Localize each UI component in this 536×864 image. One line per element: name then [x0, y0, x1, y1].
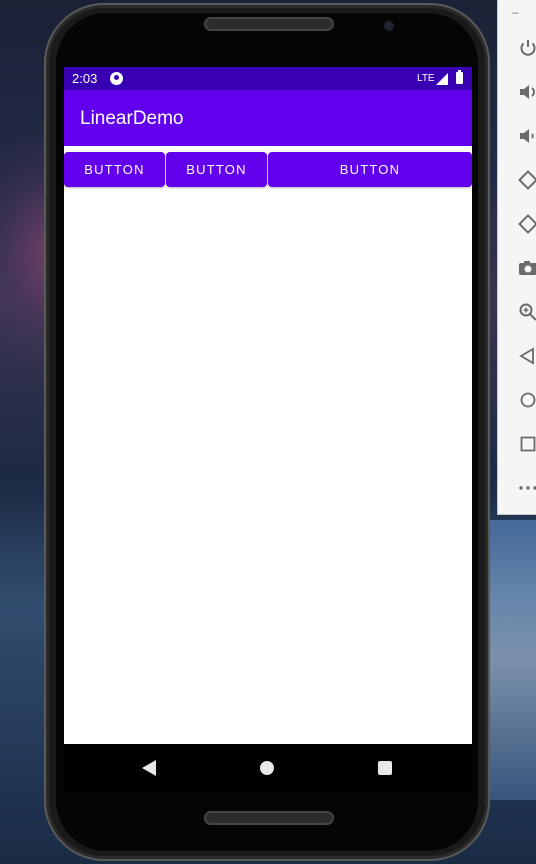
status-bar: 2:03 LTE: [64, 67, 472, 90]
app-bar: LinearDemo: [64, 90, 472, 146]
rotate-left-icon[interactable]: [518, 170, 536, 190]
volume-down-icon[interactable]: [518, 126, 536, 146]
button-1[interactable]: BUTTON: [64, 152, 165, 187]
network-type: LTE: [417, 73, 435, 84]
top-speaker: [204, 17, 334, 31]
button-3[interactable]: BUTTON: [268, 152, 472, 187]
navigation-bar: [64, 744, 472, 792]
app-notification-icon: [110, 72, 123, 85]
more-icon[interactable]: [518, 478, 536, 498]
front-camera: [384, 21, 394, 31]
camera-icon[interactable]: [518, 258, 536, 278]
back-triangle-icon[interactable]: [142, 760, 156, 776]
desktop-background: 2:03 LTE LinearDemo BUTTON BUTTON BUTTON…: [0, 0, 536, 864]
status-time: 2:03: [72, 71, 98, 86]
device-screen: 2:03 LTE LinearDemo BUTTON BUTTON BUTTON: [64, 67, 472, 792]
button-2[interactable]: BUTTON: [166, 152, 267, 187]
volume-up-icon[interactable]: [518, 82, 536, 102]
recents-square-icon[interactable]: [378, 761, 392, 775]
battery-icon: [456, 70, 463, 84]
home-circle-icon[interactable]: [260, 761, 274, 775]
home-icon[interactable]: [518, 390, 536, 410]
power-icon[interactable]: [518, 38, 536, 58]
app-title: LinearDemo: [80, 108, 184, 129]
back-icon[interactable]: [518, 346, 536, 366]
rotate-right-icon[interactable]: [518, 214, 536, 234]
emulator-toolbar: –: [497, 0, 536, 515]
bottom-speaker: [204, 811, 334, 825]
zoom-icon[interactable]: [518, 302, 536, 322]
minimize-button[interactable]: –: [512, 6, 519, 18]
linear-layout-row: BUTTON BUTTON BUTTON: [64, 152, 472, 188]
overview-icon[interactable]: [518, 434, 536, 454]
signal-icon: [436, 73, 448, 85]
